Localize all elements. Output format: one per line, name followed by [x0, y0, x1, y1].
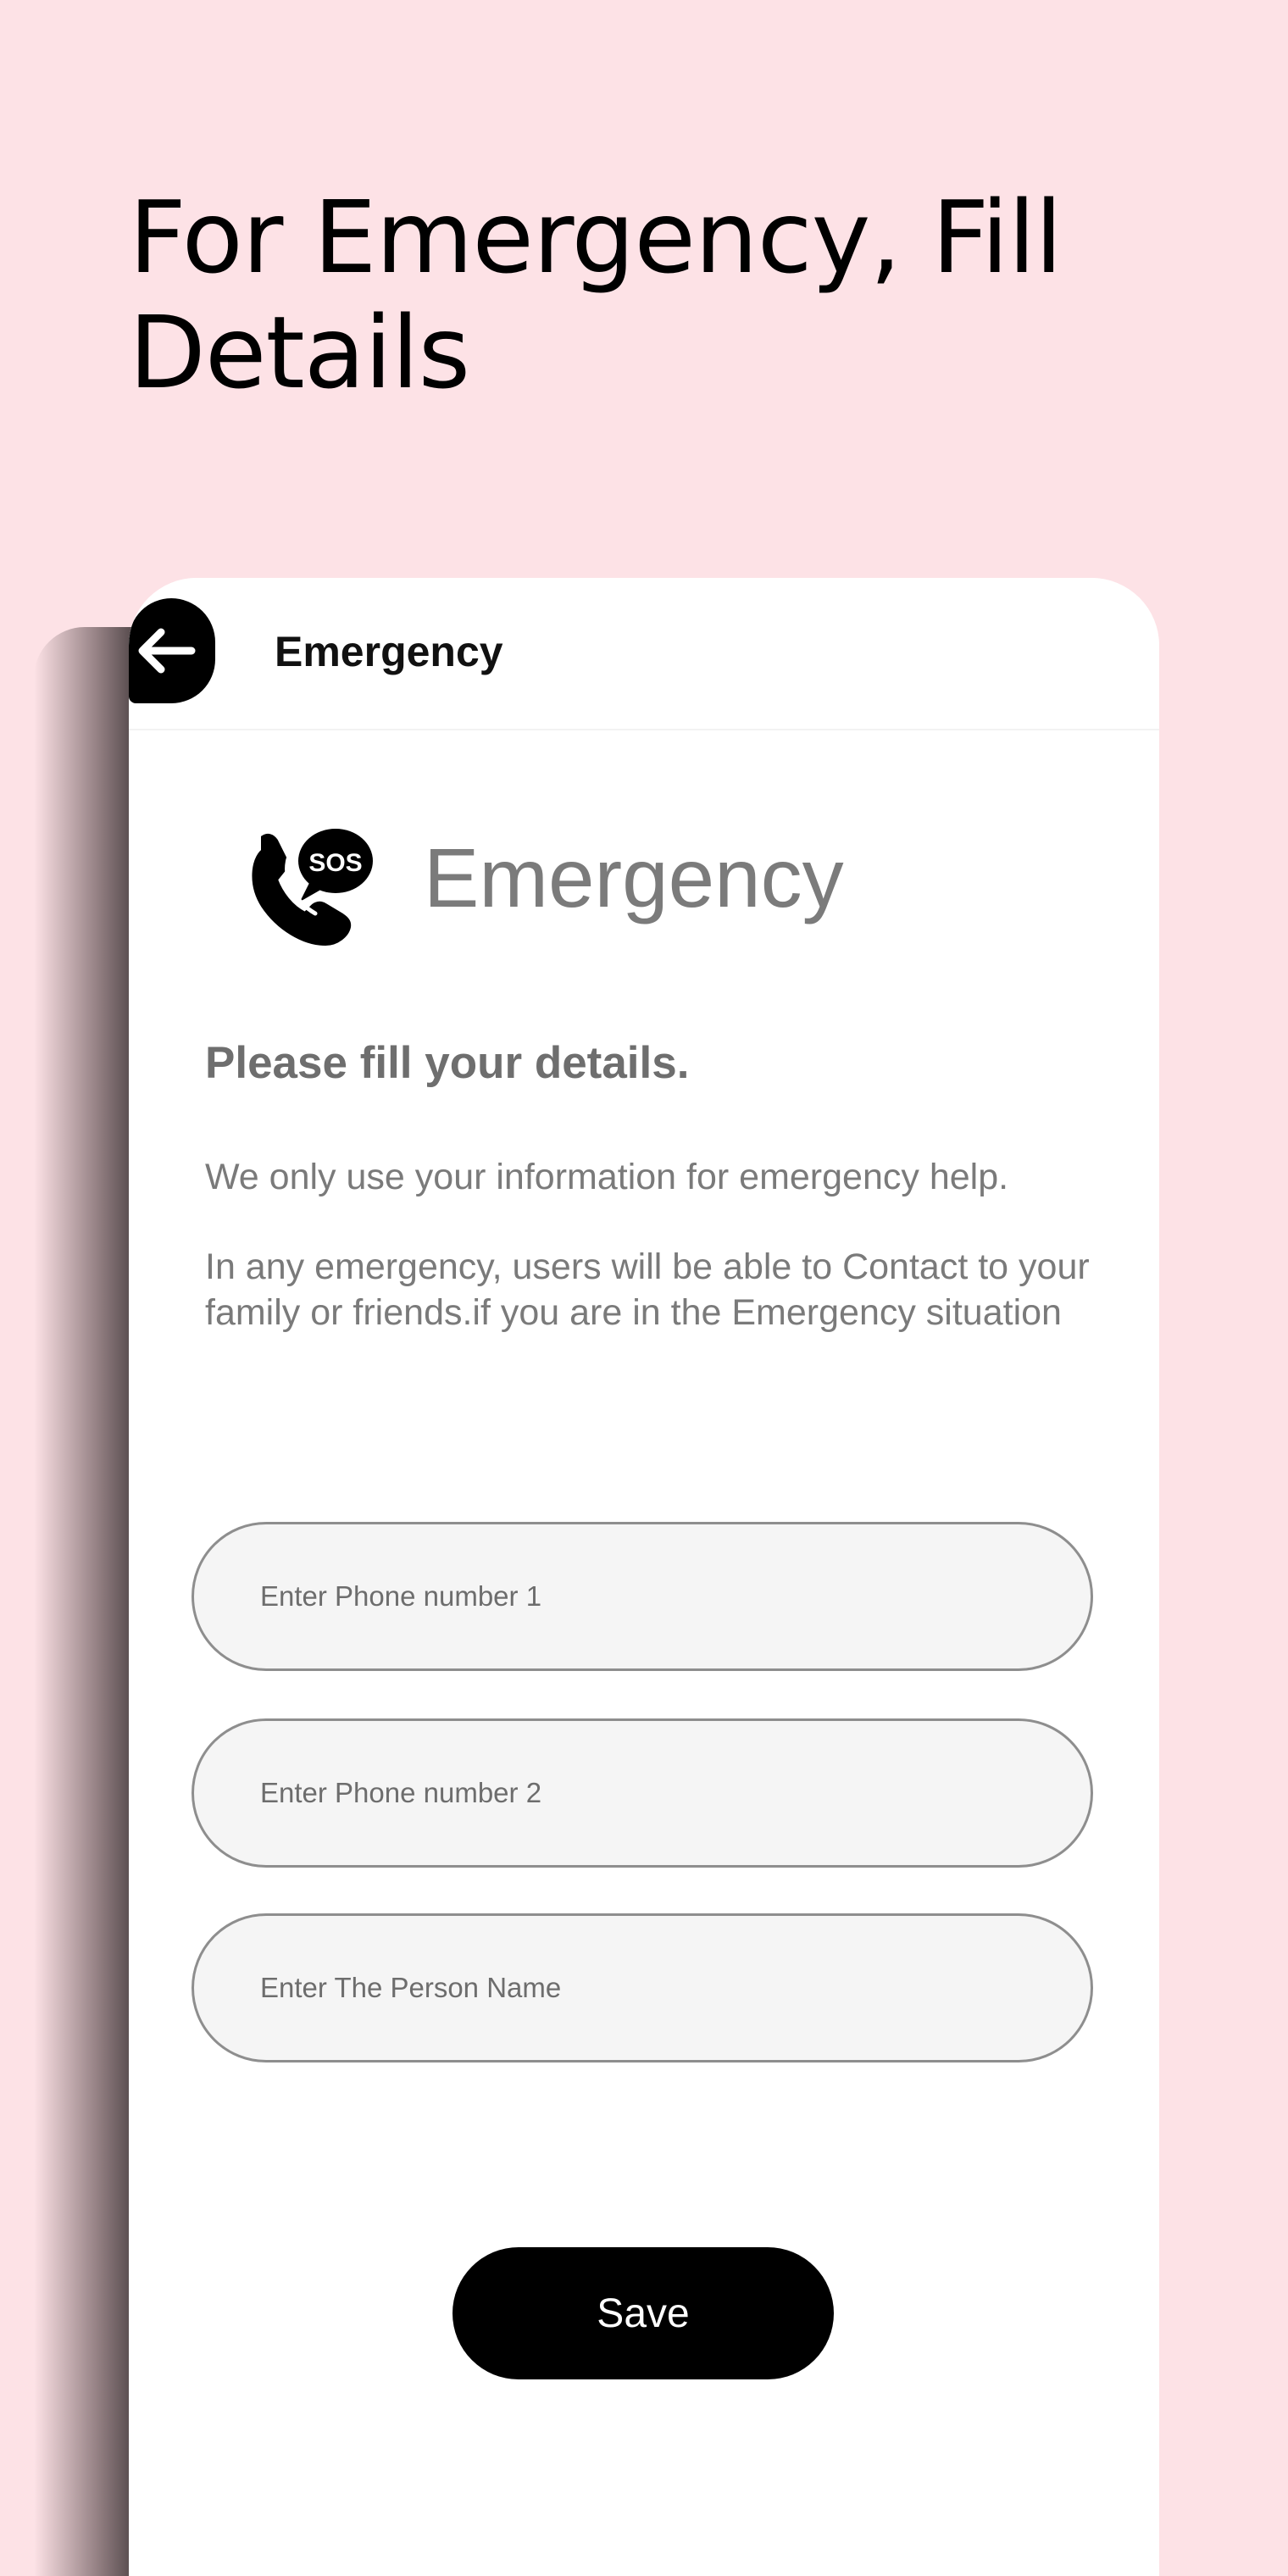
- sos-badge: SOS: [308, 849, 362, 877]
- back-button[interactable]: [129, 598, 215, 703]
- person-name-input[interactable]: [192, 1913, 1093, 2062]
- form-subtitle: Please fill your details.: [205, 1038, 690, 1088]
- phone-number-2-input[interactable]: [192, 1718, 1093, 1868]
- description-secondary: In any emergency, users will be able to …: [205, 1246, 1090, 1333]
- description-primary: We only use your information for emergen…: [205, 1157, 1009, 1197]
- sos-phone-icon: SOS: [237, 808, 390, 965]
- app-bar: Emergency: [129, 578, 1159, 730]
- phone-screen: Emergency SOS Emergency Please fill your…: [129, 578, 1159, 2576]
- arrow-left-icon: [138, 628, 196, 674]
- app-bar-title: Emergency: [275, 628, 503, 675]
- save-button[interactable]: Save: [452, 2247, 834, 2379]
- promo-title: For Emergency, Fill Details: [129, 179, 1063, 411]
- phone-number-1-input[interactable]: [192, 1522, 1093, 1671]
- logo-text: Emergency: [424, 831, 844, 924]
